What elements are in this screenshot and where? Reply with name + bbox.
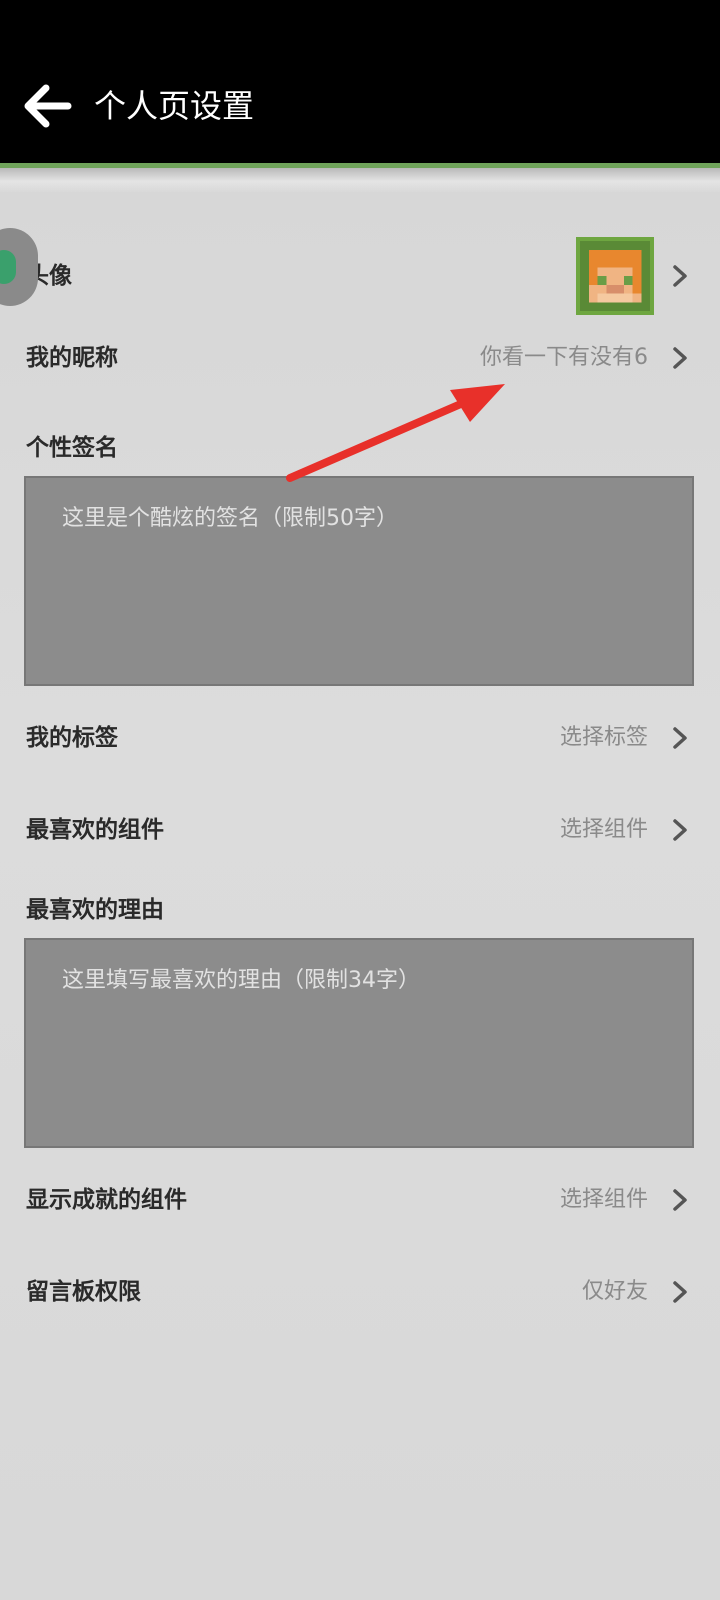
page-title: 个人页设置	[94, 87, 255, 125]
avatar-row[interactable]: 头像	[0, 237, 720, 315]
chevron-right-icon	[673, 347, 687, 369]
message-board-value: 仅好友	[581, 1279, 648, 1304]
green-dot-icon	[0, 250, 16, 284]
nickname-value: 你看一下有没有6	[480, 345, 648, 370]
header-shadow	[0, 168, 720, 192]
nickname-row[interactable]: 我的昵称 你看一下有没有6	[0, 328, 720, 388]
signature-input[interactable]: 这里是个酷炫的签名（限制50字）	[24, 476, 694, 686]
chevron-right-icon	[673, 265, 687, 287]
top-bar: 个人页设置	[0, 0, 720, 163]
avatar[interactable]	[576, 237, 654, 315]
chevron-right-icon	[673, 819, 687, 841]
favorite-reason-label: 最喜欢的理由	[26, 897, 164, 923]
message-board-row[interactable]: 留言板权限 仅好友	[0, 1262, 720, 1322]
chevron-right-icon	[673, 727, 687, 749]
favorite-component-row[interactable]: 最喜欢的组件 选择组件	[0, 800, 720, 860]
signature-label: 个性签名	[26, 435, 118, 461]
achievement-component-value: 选择组件	[559, 1187, 648, 1212]
achievement-component-row[interactable]: 显示成就的组件 选择组件	[0, 1170, 720, 1230]
back-arrow-icon	[24, 84, 72, 128]
achievement-component-label: 显示成就的组件	[26, 1187, 187, 1213]
favorite-component-label: 最喜欢的组件	[26, 817, 164, 843]
chevron-right-icon	[673, 1189, 687, 1211]
tags-value: 选择标签	[559, 725, 648, 750]
favorite-reason-input[interactable]: 这里填写最喜欢的理由（限制34字）	[24, 938, 694, 1148]
favorite-reason-placeholder: 这里填写最喜欢的理由（限制34字）	[62, 968, 420, 993]
back-button[interactable]	[24, 84, 72, 128]
settings-content: 头像 我的昵称 你看一下有没有6 个性签名 这里是个酷炫的签名（限制50字） 我…	[0, 192, 720, 1600]
favorite-component-value: 选择组件	[559, 817, 648, 842]
chevron-right-icon	[673, 1281, 687, 1303]
tags-label: 我的标签	[26, 725, 118, 751]
nickname-label: 我的昵称	[26, 345, 118, 371]
signature-placeholder: 这里是个酷炫的签名（限制50字）	[62, 506, 398, 531]
message-board-label: 留言板权限	[26, 1279, 141, 1305]
pixel-avatar-icon	[580, 241, 650, 311]
tags-row[interactable]: 我的标签 选择标签	[0, 708, 720, 768]
floating-assistive-button[interactable]	[0, 228, 38, 306]
